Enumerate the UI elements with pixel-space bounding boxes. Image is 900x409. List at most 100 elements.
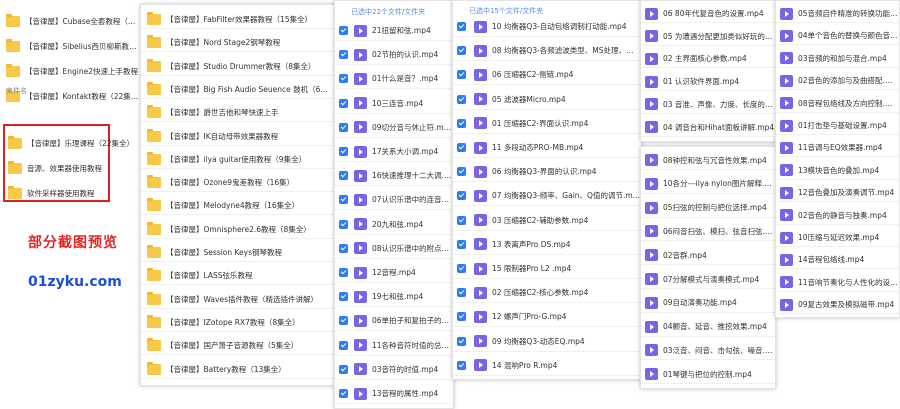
video-file-item[interactable]: 11 多段动态PRO-MB.mp4 — [453, 138, 641, 158]
checkbox-checked-icon[interactable] — [339, 364, 348, 374]
folder-item[interactable]: 【音律屋】LASS弦乐教程 — [141, 267, 335, 286]
video-file-item[interactable]: 12 螺声门Pro-G.mp4 — [453, 307, 641, 328]
checkbox-checked-icon[interactable] — [339, 389, 348, 398]
video-file-item[interactable]: 09自动演奏功能.mp4 — [641, 294, 775, 313]
video-file-item[interactable]: 10压缩与延迟效果.mp4 — [776, 229, 899, 247]
video-file-item[interactable]: 08 均衡器Q3-各频滤波类型、MS处理、自动增益.mp4 — [453, 41, 641, 62]
video-file-item[interactable]: 03音频的和加与混合.mp4 — [776, 50, 899, 68]
checkbox-checked-icon[interactable] — [339, 74, 348, 84]
video-file-item[interactable]: 08音程包络线及方向控制.mp4 — [776, 95, 899, 113]
checkbox-checked-icon[interactable] — [339, 243, 348, 253]
video-file-item[interactable]: 21扭留和弦.mp4 — [335, 21, 453, 41]
folder-item[interactable]: 音源、效果器使用教程 — [0, 160, 140, 175]
video-file-item[interactable]: 10各分---ilya nylon图片解释.mp4 — [641, 175, 775, 194]
video-file-item[interactable]: 02节拍的认识.mp4 — [335, 45, 453, 66]
folder-item[interactable]: 【音律屋】FabFilter效果器教程（15集全） — [141, 11, 335, 29]
video-file-item[interactable]: 14音程包络线.mp4 — [776, 251, 899, 270]
checkbox-checked-icon[interactable] — [339, 316, 348, 326]
checkbox-checked-icon[interactable] — [339, 219, 348, 229]
checkbox-checked-icon[interactable] — [339, 195, 348, 205]
folder-item[interactable]: 【音律屋】Studio Drummer教程（8集全） — [141, 58, 335, 76]
checkbox-checked-icon[interactable] — [339, 122, 348, 132]
video-file-item[interactable]: 02音群.mp4 — [641, 246, 775, 266]
video-file-item[interactable]: 09切分音与休止符.mp4 — [335, 118, 453, 138]
video-file-item[interactable]: 06 80年代复音色的设置.mp4 — [641, 5, 777, 23]
video-file-item[interactable]: 16快速推理十二大调.mp4 — [335, 166, 453, 187]
video-file-item[interactable]: 08认识乐谱中的附点音符.mp4 — [335, 239, 453, 259]
video-file-item[interactable]: 17关系大小调.mp4 — [335, 142, 453, 162]
checkbox-checked-icon[interactable] — [457, 215, 466, 225]
video-file-item[interactable]: 02音色的静音与独奏.mp4 — [776, 207, 899, 225]
video-file-item[interactable]: 12音程.mp4 — [335, 263, 453, 283]
checkbox-checked-icon[interactable] — [457, 143, 466, 152]
video-file-item[interactable]: 05音频启件精准的转换功能.mp4 — [776, 5, 899, 23]
checkbox-checked-icon[interactable] — [457, 167, 466, 177]
video-file-item[interactable]: 04 调音台和Hihat面板讲解.mp4 — [641, 119, 777, 137]
video-file-item[interactable]: 05 为遭遇分配更加类似好玩的音色.mp4 — [641, 28, 777, 46]
video-file-item[interactable]: 03泛音、闷音、击勾弦、噪音.mp4 — [641, 341, 775, 361]
checkbox-checked-icon[interactable] — [457, 118, 466, 128]
video-file-item[interactable]: 04颤音、延音、推挖效果.mp4 — [641, 318, 775, 337]
checkbox-checked-icon[interactable] — [339, 340, 348, 350]
video-file-item[interactable]: 11音调与EQ效果器.mp4 — [776, 139, 899, 158]
video-file-item[interactable]: 06 均衡器Q3-界面的认识.mp4 — [453, 162, 641, 183]
video-file-item[interactable]: 01琴键与把位的控制.mp4 — [641, 365, 775, 385]
checkbox-checked-icon[interactable] — [457, 264, 466, 273]
checkbox-checked-icon[interactable] — [457, 336, 466, 346]
checkbox-checked-icon[interactable] — [457, 288, 466, 298]
video-file-item[interactable]: 01打击垫与基础设置.mp4 — [776, 117, 899, 135]
checkbox-checked-icon[interactable] — [457, 70, 466, 80]
video-file-item[interactable]: 19七和弦.mp4 — [335, 287, 453, 308]
folder-item[interactable]: 【音律屋】Melodyne4教程（16集全） — [141, 197, 335, 216]
folder-item[interactable]: 【音律屋】Battery教程（13集全） — [141, 361, 335, 379]
folder-item[interactable]: 【音律屋】Big Fish Audio Seuence 鼓机（6集全） — [141, 81, 335, 99]
video-file-item[interactable]: 07认识乐谱中的连音线.mp4 — [335, 190, 453, 211]
video-file-item[interactable]: 11各种音符时值的总结.mp4 — [335, 336, 453, 356]
checkbox-checked-icon[interactable] — [339, 268, 348, 277]
video-file-item[interactable]: 03音符的时值.mp4 — [335, 360, 453, 380]
checkbox-checked-icon[interactable] — [339, 50, 348, 60]
checkbox-checked-icon[interactable] — [339, 171, 348, 181]
video-file-item[interactable]: 06 压缩器C2-侧链.mp4 — [453, 65, 641, 86]
checkbox-checked-icon[interactable] — [457, 46, 466, 56]
folder-item[interactable]: 【音律屋】IK自动母带效果器教程 — [141, 128, 335, 146]
checkbox-checked-icon[interactable] — [339, 26, 348, 35]
video-file-item[interactable]: 01 认识软件界面.mp4 — [641, 73, 777, 92]
video-file-item[interactable]: 11音响节奏化与人性化的设置.mp4 — [776, 274, 899, 292]
folder-item[interactable]: 【音律屋】爵世吉他和琴快速上手 — [141, 104, 335, 123]
video-file-item[interactable]: 14 混响Pro R.mp4 — [453, 356, 641, 376]
checkbox-checked-icon[interactable] — [339, 98, 348, 108]
video-file-item[interactable]: 02 主界面核心参数.mp4 — [641, 50, 777, 69]
checkbox-checked-icon[interactable] — [457, 22, 466, 31]
video-file-item[interactable]: 05扫弦的控制与把位选择.mp4 — [641, 199, 775, 218]
video-file-item[interactable]: 07 均衡器Q3-频率、Gain、Q值的调节.mp4 — [453, 186, 641, 207]
video-file-item[interactable]: 06单拍子和复拍子的区别.mp4 — [335, 311, 453, 332]
video-file-item[interactable]: 08钟控和弦与冗音性效果.mp4 — [641, 151, 775, 170]
video-file-item[interactable]: 15 限制器Pro L2 .mp4 — [453, 259, 641, 279]
folder-item[interactable]: 【音律屋】Omnisphere2.6教程（8集全） — [141, 221, 335, 239]
folder-item[interactable]: 【音律屋】Ozone9鬼差教程（16集） — [141, 174, 335, 193]
video-file-item[interactable]: 12音色叠加及演奏调节.mp4 — [776, 184, 899, 203]
folder-item[interactable]: 【音律屋】Nord Stage2钢琴教程 — [141, 34, 335, 53]
folder-item[interactable]: 【音律屋】国产箫子音源教程（5集全） — [141, 337, 335, 356]
video-file-item[interactable]: 03 音准、声像、力度、长度的调编.mp4 — [641, 96, 777, 114]
video-file-item[interactable]: 13模块音色的叠加.mp4 — [776, 162, 899, 180]
checkbox-checked-icon[interactable] — [457, 94, 466, 104]
folder-item[interactable]: 【音律屋】Session Keys钢琴教程 — [141, 244, 335, 262]
folder-item[interactable]: 【音律屋】Sibelius西贝柳斯教程（10集全） — [0, 38, 140, 53]
checkbox-checked-icon[interactable] — [457, 239, 466, 249]
video-file-item[interactable]: 07分解模式与演奏模式.mp4 — [641, 270, 775, 289]
video-file-item[interactable]: 04单个音色的替换与颜色音定义.mp4 — [776, 27, 899, 46]
video-file-item[interactable]: 02音色的添加与及曲搭配.mp4 — [776, 72, 899, 91]
checkbox-checked-icon[interactable] — [457, 360, 466, 370]
video-file-item[interactable]: 10 均衡器Q3-自动包络调制打动能.mp4 — [453, 17, 641, 37]
checkbox-checked-icon[interactable] — [457, 312, 466, 322]
folder-item[interactable]: 软件采样器使用教程 — [0, 185, 140, 200]
checkbox-checked-icon[interactable] — [457, 191, 466, 201]
folder-item[interactable]: 【音律屋】IZotope RX7教程（8集全） — [141, 314, 335, 332]
video-file-item[interactable]: 09复古效果及模拟磁带.mp4 — [776, 296, 899, 315]
video-file-item[interactable]: 02 压缩器C2-核心参数.mp4 — [453, 283, 641, 304]
video-file-item[interactable]: 06闷音扫弦、模扫、弦音扫弦.mp4 — [641, 222, 775, 242]
folder-item[interactable]: 【音律屋】Cubase全套教程（105集） — [0, 13, 140, 28]
folder-item[interactable]: 【音律屋】乐理课程（22集全） — [0, 135, 140, 150]
